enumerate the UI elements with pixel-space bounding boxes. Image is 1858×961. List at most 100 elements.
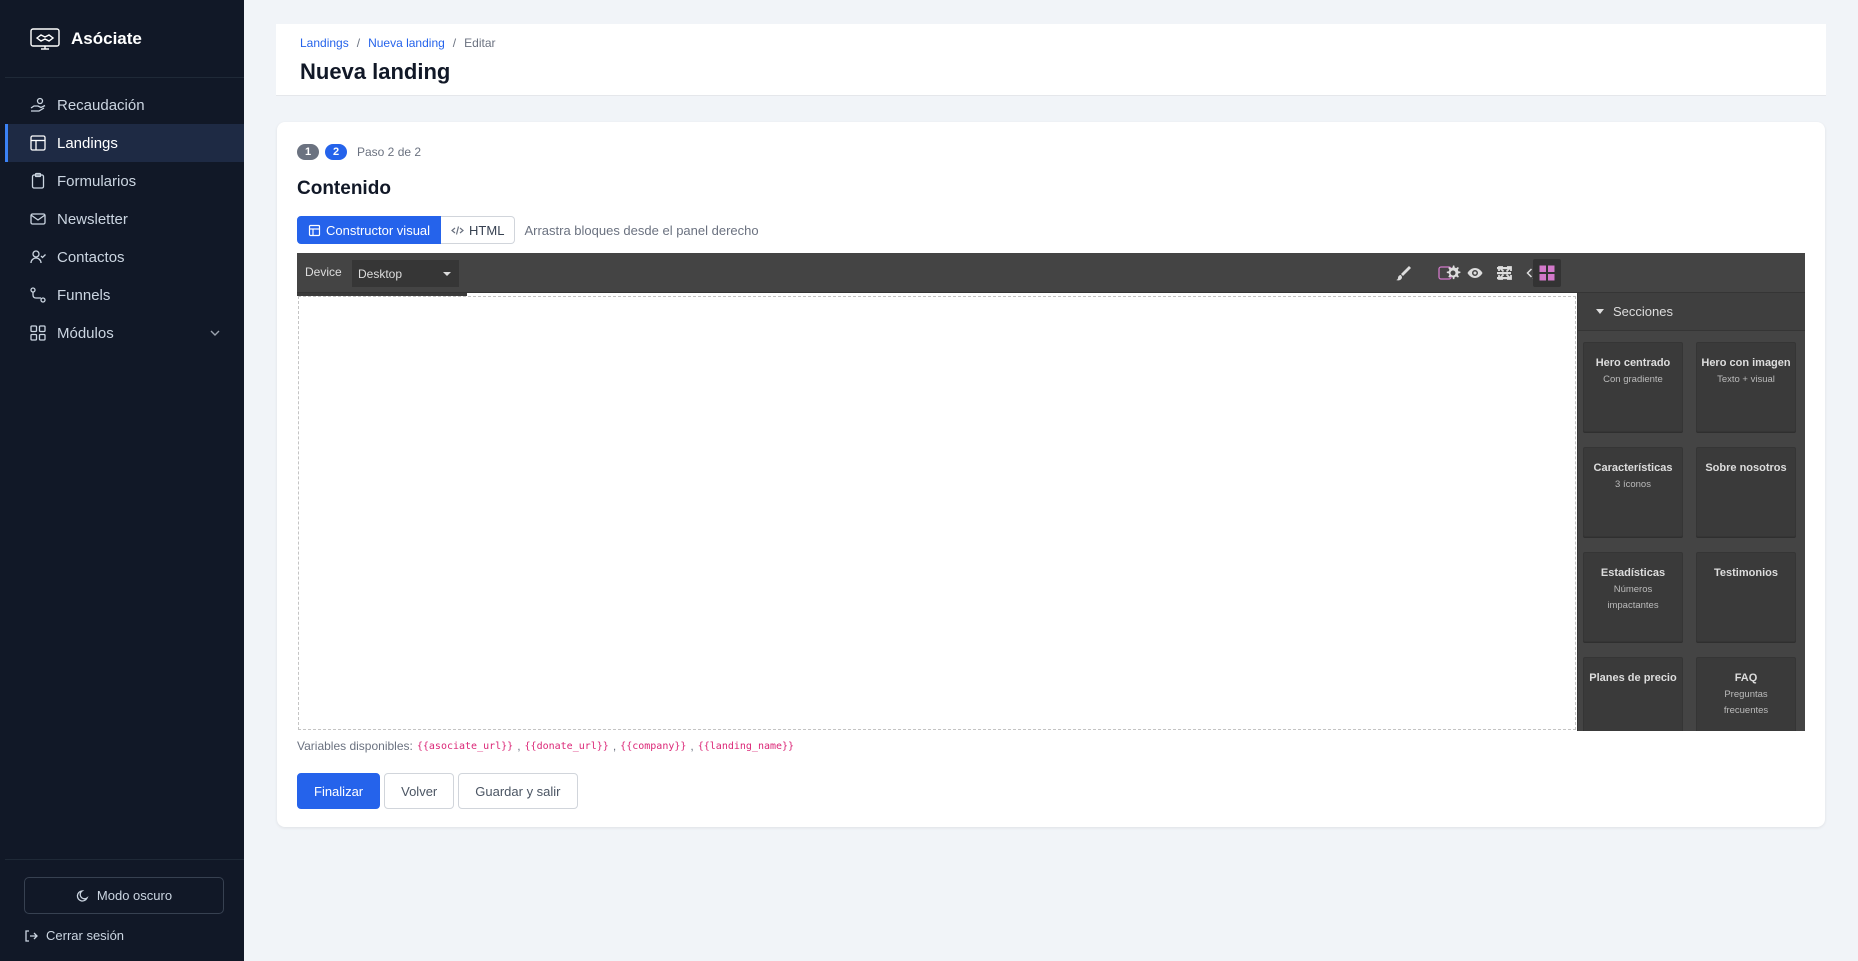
block-title: Sobre nosotros: [1705, 462, 1787, 474]
available-variables: Variables disponibles: {{asociate_url}},…: [297, 739, 795, 753]
step-text: Paso 2 de 2: [357, 145, 422, 159]
block-title: FAQ: [1734, 672, 1758, 684]
layer-manager-icon[interactable]: [1490, 259, 1518, 287]
settings-gear-icon[interactable]: [1439, 259, 1467, 287]
block-testimonios[interactable]: Testimonios: [1696, 552, 1796, 642]
variable-company: {{company}}: [620, 740, 687, 752]
sidebar-item-label: Recaudación: [57, 96, 145, 114]
hand-coins-icon: [29, 96, 47, 114]
clipboard-icon: [29, 172, 47, 190]
sidebar-item-label: Newsletter: [57, 210, 128, 228]
block-caracteristicas[interactable]: Características 3 íconos: [1583, 447, 1683, 537]
block-title: Testimonios: [1714, 567, 1778, 579]
sidebar-item-modulos[interactable]: Módulos: [5, 314, 244, 352]
sidebar-item-contactos[interactable]: Contactos: [5, 238, 244, 276]
mail-icon: [29, 210, 47, 228]
block-hero-con-imagen[interactable]: Hero con imagen Texto + visual: [1696, 342, 1796, 432]
block-subtitle: Números impactantes: [1607, 584, 1659, 611]
visual-builder-tab[interactable]: Constructor visual: [297, 216, 442, 244]
section-title: Contenido: [297, 178, 391, 199]
preview-eye-icon[interactable]: [1465, 263, 1485, 283]
logout-link[interactable]: Cerrar sesión: [24, 928, 124, 943]
breadcrumb-current: Editar: [464, 36, 496, 50]
brand[interactable]: Asóciate: [5, 0, 244, 78]
blocks-category-header[interactable]: Secciones: [1578, 293, 1805, 331]
sidebar-item-label: Contactos: [57, 248, 125, 266]
breadcrumb-nueva-landing[interactable]: Nueva landing: [368, 36, 445, 50]
block-subtitle: Preguntas frecuentes: [1723, 689, 1769, 716]
blocks-category-title: Secciones: [1613, 304, 1673, 319]
sidebar-item-recaudacion[interactable]: Recaudación: [5, 86, 244, 124]
block-title: Hero centrado: [1595, 357, 1671, 369]
editor-canvas[interactable]: [297, 293, 1577, 731]
blocks-panel-icon[interactable]: [1533, 259, 1561, 287]
dark-mode-button[interactable]: Modo oscuro: [24, 877, 224, 914]
block-hero-centrado[interactable]: Hero centrado Con gradiente: [1583, 342, 1683, 432]
style-manager-brush-icon[interactable]: [1389, 259, 1417, 287]
breadcrumb: Landings / Nueva landing / Editar: [300, 36, 496, 50]
variables-label: Variables disponibles:: [297, 739, 413, 753]
html-label: HTML: [469, 222, 505, 238]
chevron-down-icon[interactable]: [208, 326, 222, 340]
sidebar-item-label: Formularios: [57, 172, 137, 190]
caret-down-icon: [443, 272, 451, 276]
user-check-icon: [29, 248, 47, 266]
finish-button[interactable]: Finalizar: [297, 773, 381, 809]
block-title: Estadísticas: [1600, 567, 1666, 579]
route-icon: [29, 286, 47, 304]
sidebar-footer: Modo oscuro Cerrar sesión: [5, 859, 244, 961]
block-sobre-nosotros[interactable]: Sobre nosotros: [1696, 447, 1796, 537]
sidebar-item-newsletter[interactable]: Newsletter: [5, 200, 244, 238]
sidebar-item-funnels[interactable]: Funnels: [5, 276, 244, 314]
canvas-dropzone[interactable]: [298, 296, 1576, 730]
logout-icon: [24, 929, 38, 943]
mode-hint: Arrastra bloques desde el panel derecho: [524, 222, 759, 238]
block-subtitle: 3 íconos: [1615, 479, 1651, 490]
step-1-badge[interactable]: 1: [297, 144, 319, 160]
block-subtitle: Con gradiente: [1603, 374, 1663, 385]
breadcrumb-separator: /: [452, 36, 457, 50]
breadcrumb-landings[interactable]: Landings: [300, 36, 349, 50]
editor-mode-toggle: Constructor visual HTML Arrastra bloques…: [297, 216, 759, 244]
back-button[interactable]: Volver: [384, 773, 455, 809]
dark-mode-label: Modo oscuro: [96, 888, 173, 903]
device-label: Device: [305, 265, 342, 279]
sidebar-item-label: Funnels: [57, 286, 111, 304]
visual-builder-label: Constructor visual: [326, 222, 431, 238]
save-and-exit-button[interactable]: Guardar y salir: [458, 773, 578, 809]
handshake-monitor-logo-icon: [29, 27, 61, 51]
block-planes-de-precio[interactable]: Planes de precio: [1583, 657, 1683, 731]
block-estadisticas[interactable]: Estadísticas Números impactantes: [1583, 552, 1683, 642]
builder-icon: [308, 224, 321, 237]
block-title: Características: [1593, 462, 1673, 474]
sidebar: Asóciate Recaudación Landings Formulario…: [0, 0, 244, 961]
sidebar-nav: Recaudación Landings Formularios Newslet…: [0, 86, 244, 352]
logout-label: Cerrar sesión: [46, 928, 125, 943]
grid-icon: [29, 324, 47, 342]
sidebar-item-label: Landings: [57, 134, 118, 152]
step-indicator: 1 2 Paso 2 de 2: [297, 144, 421, 160]
code-icon: [451, 224, 464, 237]
form-actions: Finalizar Volver Guardar y salir: [297, 773, 578, 809]
sidebar-item-landings[interactable]: Landings: [5, 124, 244, 162]
variable-asociate-url: {{asociate_url}}: [416, 740, 514, 752]
device-select[interactable]: Desktop: [352, 260, 459, 287]
brand-name: Asóciate: [71, 28, 142, 48]
blocks-panel: Secciones Hero centrado Con gradiente He…: [1577, 293, 1805, 731]
breadcrumb-separator: /: [356, 36, 361, 50]
page-title: Nueva landing: [300, 59, 451, 84]
step-2-badge: 2: [325, 144, 347, 160]
html-tab[interactable]: HTML: [441, 216, 516, 244]
sidebar-item-label: Módulos: [57, 324, 114, 342]
caret-down-icon: [1596, 309, 1604, 314]
layout-icon: [29, 134, 47, 152]
page-header: Landings / Nueva landing / Editar Nueva …: [276, 24, 1826, 96]
block-subtitle: Texto + visual: [1717, 374, 1775, 385]
block-faq[interactable]: FAQ Preguntas frecuentes: [1696, 657, 1796, 731]
variable-landing-name: {{landing_name}}: [697, 740, 795, 752]
variable-donate-url: {{donate_url}}: [524, 740, 609, 752]
block-title: Planes de precio: [1589, 672, 1677, 684]
wizard-card: 1 2 Paso 2 de 2 Contenido Constructor vi…: [277, 122, 1825, 827]
device-value: Desktop: [358, 266, 403, 281]
sidebar-item-formularios[interactable]: Formularios: [5, 162, 244, 200]
